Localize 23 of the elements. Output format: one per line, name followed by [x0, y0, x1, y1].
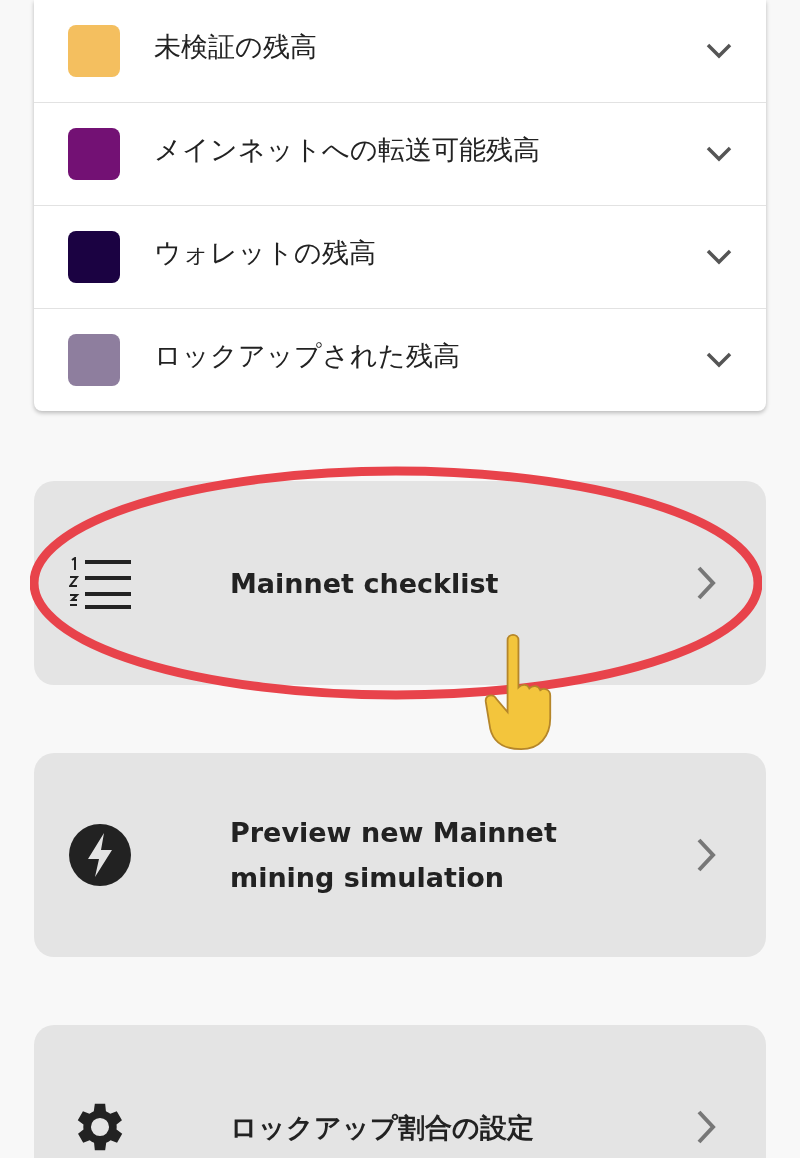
chevron-right-icon	[696, 1110, 716, 1144]
legend-label: ロックアップされた残高	[154, 339, 461, 373]
legend-label: ウォレットの残高	[154, 236, 377, 270]
legend-label: メインネットへの転送可能残高	[154, 133, 541, 167]
action-label: Preview new Mainnet mining simulation	[230, 816, 558, 895]
chevron-down-icon	[706, 249, 732, 265]
action-label: Mainnet checklist	[230, 566, 499, 601]
action-card[interactable]: ロックアップ割合の設定	[34, 1025, 766, 1158]
chevron-down-icon	[706, 352, 732, 368]
legend-row[interactable]: ロックアップされた残高	[34, 308, 766, 411]
action-label: ロックアップ割合の設定	[230, 1110, 534, 1145]
numbered-list-icon	[69, 557, 131, 609]
legend-row[interactable]: ウォレットの残高	[34, 205, 766, 308]
chevron-right-icon	[696, 838, 716, 872]
chevron-down-icon	[706, 146, 732, 162]
lightning-bolt-icon	[68, 823, 132, 887]
action-card[interactable]: Mainnet checklist	[34, 481, 766, 685]
chevron-down-icon	[706, 43, 732, 59]
chevron-right-icon	[696, 566, 716, 600]
legend-row[interactable]: メインネットへの転送可能残高	[34, 102, 766, 205]
action-card[interactable]: Preview new Mainnet mining simulation	[34, 753, 766, 957]
legend-label: 未検証の残高	[154, 30, 318, 64]
legend-row[interactable]: 未検証の残高	[34, 0, 766, 102]
